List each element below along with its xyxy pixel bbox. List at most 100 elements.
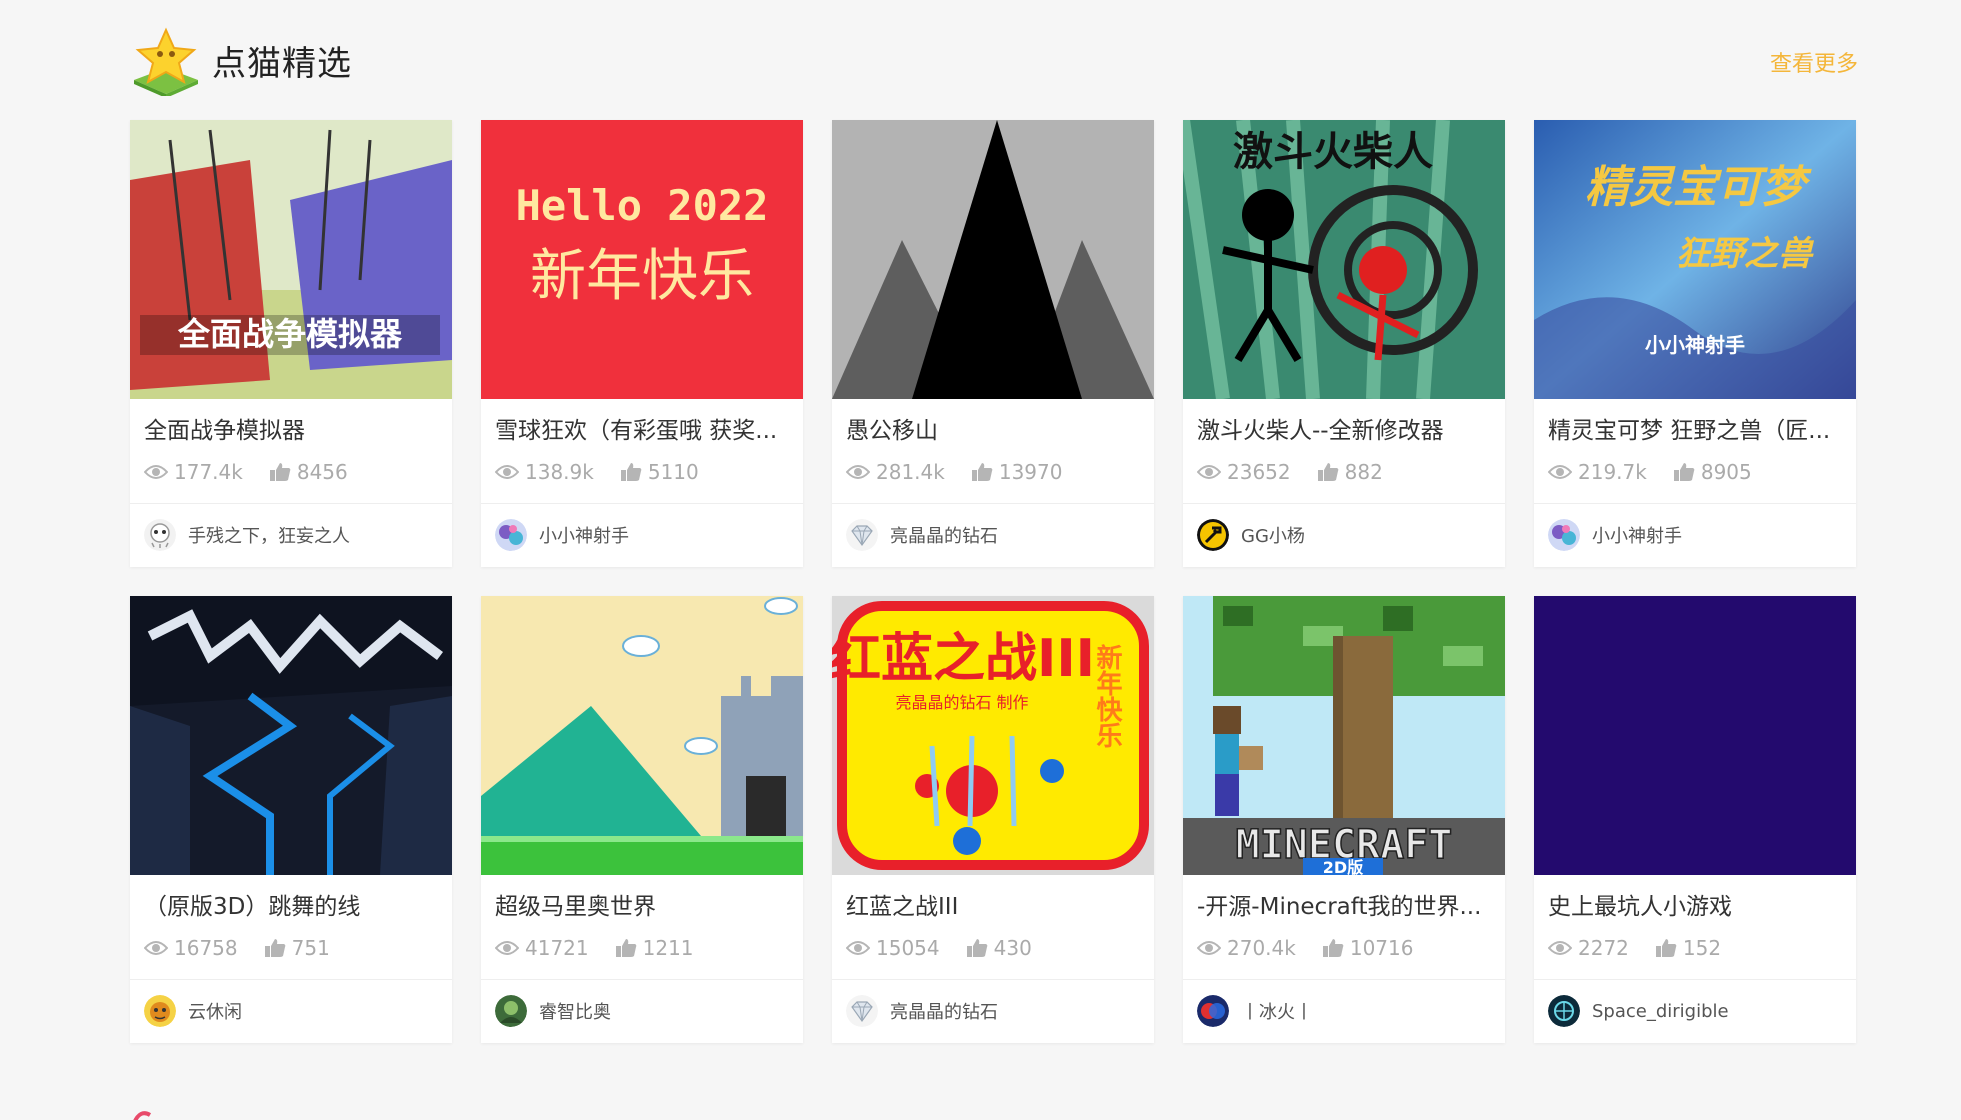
thumbnail-caption: 红蓝之战III <box>832 629 1095 689</box>
views-stat: 219.7k <box>1548 460 1647 484</box>
avatar <box>1197 995 1229 1027</box>
likes-stat: 1211 <box>615 936 694 960</box>
likes-count: 5110 <box>647 460 699 484</box>
author-row[interactable]: GG小杨 <box>1183 504 1505 566</box>
game-thumbnail <box>481 596 803 875</box>
game-stats: 281.4k 13970 <box>832 457 1154 487</box>
author-name: 睿智比奥 <box>539 1002 611 1023</box>
game-card[interactable]: 史上最坑人小游戏 2272 152 Space_dirigible <box>1534 596 1856 1043</box>
likes-count: 751 <box>291 936 330 960</box>
views-stat: 177.4k <box>144 460 243 484</box>
game-card[interactable]: （原版3D）跳舞的线 16758 751 云休闲 <box>130 596 452 1043</box>
thumbnail-caption-2: 新年快乐 <box>530 244 754 309</box>
likes-count: 8456 <box>296 460 348 484</box>
thumbs-up-icon <box>264 939 285 957</box>
game-stats: 177.4k 8456 <box>130 457 452 487</box>
game-stats: 138.9k 5110 <box>481 457 803 487</box>
views-stat: 281.4k <box>846 460 945 484</box>
views-stat: 138.9k <box>495 460 594 484</box>
game-thumbnail <box>832 120 1154 399</box>
likes-count: 1211 <box>642 936 694 960</box>
views-stat: 41721 <box>495 936 589 960</box>
likes-stat: 8905 <box>1673 460 1752 484</box>
likes-stat: 5110 <box>620 460 699 484</box>
avatar <box>495 519 527 551</box>
next-section-icon <box>130 1108 158 1120</box>
views-stat: 16758 <box>144 936 238 960</box>
thumbnail-caption: 精灵宝可梦 <box>1585 162 1812 213</box>
view-more-link[interactable]: 查看更多 <box>1770 46 1858 78</box>
author-row[interactable]: 亮晶晶的钻石 <box>832 980 1154 1042</box>
thumbs-up-icon <box>966 939 987 957</box>
views-count: 219.7k <box>1578 460 1647 484</box>
game-card[interactable]: 愚公移山 281.4k 13970 亮晶晶的钻石 <box>832 120 1154 567</box>
thumbs-up-icon <box>1322 939 1344 957</box>
likes-stat: 10716 <box>1322 936 1413 960</box>
game-title: 全面战争模拟器 <box>144 418 305 444</box>
views-count: 15054 <box>876 936 940 960</box>
game-stats: 219.7k 8905 <box>1534 457 1856 487</box>
author-row[interactable]: 睿智比奥 <box>481 980 803 1042</box>
game-thumbnail: 精灵宝可梦 狂野之兽 小小神射手 <box>1534 120 1856 399</box>
likes-stat: 13970 <box>971 460 1062 484</box>
author-name: 亮晶晶的钻石 <box>890 526 998 547</box>
game-card[interactable]: 精灵宝可梦 狂野之兽 小小神射手 精灵宝可梦 狂野之兽（匠... 219.7k … <box>1534 120 1856 567</box>
author-name: 云休闲 <box>188 1002 242 1023</box>
game-thumbnail: MINECRAFT 2D版 <box>1183 596 1505 875</box>
game-card[interactable]: 激斗火柴人 激斗火柴人--全新修改器 23652 882 GG小杨 <box>1183 120 1505 567</box>
game-title: 超级马里奥世界 <box>495 894 656 920</box>
game-thumbnail <box>130 596 452 875</box>
game-title: -开源-Minecraft我的世界... <box>1197 894 1482 920</box>
eye-icon <box>144 941 168 955</box>
thumbnail-caption: Hello 2022 <box>516 181 769 230</box>
game-stats: 2272 152 <box>1534 933 1856 963</box>
thumbnail-caption-2: 狂野之兽 <box>1676 234 1815 274</box>
views-stat: 23652 <box>1197 460 1291 484</box>
likes-count: 152 <box>1682 936 1722 960</box>
game-title: 雪球狂欢（有彩蛋哦 获奖... <box>495 418 778 444</box>
views-count: 270.4k <box>1227 936 1296 960</box>
author-row[interactable]: Space_dirigible <box>1534 980 1856 1042</box>
game-stats: 15054 430 <box>832 933 1154 963</box>
eye-icon <box>846 465 870 479</box>
thumbnail-caption-2: 亮晶晶的钻石 制作 <box>895 693 1028 712</box>
author-name: 小小神射手 <box>1592 526 1682 547</box>
likes-count: 430 <box>993 936 1032 960</box>
author-row[interactable]: 丨冰火丨 <box>1183 980 1505 1042</box>
author-row[interactable]: 小小神射手 <box>481 504 803 566</box>
game-thumbnail <box>1534 596 1856 875</box>
views-count: 281.4k <box>876 460 945 484</box>
eye-icon <box>846 941 870 955</box>
author-row[interactable]: 云休闲 <box>130 980 452 1042</box>
game-card[interactable]: 全面战争模拟器 全面战争模拟器 177.4k 8456 手残之下，狂妄之人 <box>130 120 452 567</box>
likes-stat: 430 <box>966 936 1032 960</box>
views-stat: 2272 <box>1548 936 1629 960</box>
game-title: 激斗火柴人--全新修改器 <box>1197 418 1444 444</box>
eye-icon <box>144 465 168 479</box>
thumbs-up-icon <box>269 463 291 481</box>
star-trophy-icon <box>130 24 202 98</box>
likes-count: 882 <box>1344 460 1383 484</box>
likes-stat: 8456 <box>269 460 348 484</box>
author-name: 小小神射手 <box>539 526 629 547</box>
author-row[interactable]: 小小神射手 <box>1534 504 1856 566</box>
author-row[interactable]: 手残之下，狂妄之人 <box>130 504 452 566</box>
thumbnail-caption-3: 新年快乐 <box>1092 643 1122 748</box>
author-name: Space_dirigible <box>1592 1000 1729 1022</box>
game-card[interactable]: 超级马里奥世界 41721 1211 睿智比奥 <box>481 596 803 1043</box>
game-card[interactable]: MINECRAFT 2D版 -开源-Minecraft我的世界... 270.4… <box>1183 596 1505 1043</box>
avatar <box>144 995 176 1027</box>
eye-icon <box>1548 465 1572 479</box>
author-name: 手残之下，狂妄之人 <box>188 526 350 547</box>
views-count: 2272 <box>1578 936 1629 960</box>
thumbs-up-icon <box>1673 463 1695 481</box>
views-count: 41721 <box>525 936 589 960</box>
game-card[interactable]: Hello 2022 新年快乐 雪球狂欢（有彩蛋哦 获奖... 138.9k 5… <box>481 120 803 567</box>
thumbnail-caption-2: 2D版 <box>1323 858 1363 875</box>
thumbnail-caption: 全面战争模拟器 <box>177 315 403 353</box>
views-count: 177.4k <box>174 460 243 484</box>
thumbs-up-icon <box>1655 939 1677 957</box>
game-card[interactable]: 红蓝之战III 亮晶晶的钻石 制作 新年快乐 红蓝之战III 15054 430… <box>832 596 1154 1043</box>
author-row[interactable]: 亮晶晶的钻石 <box>832 504 1154 566</box>
section-title: 点猫精选 <box>212 44 352 84</box>
